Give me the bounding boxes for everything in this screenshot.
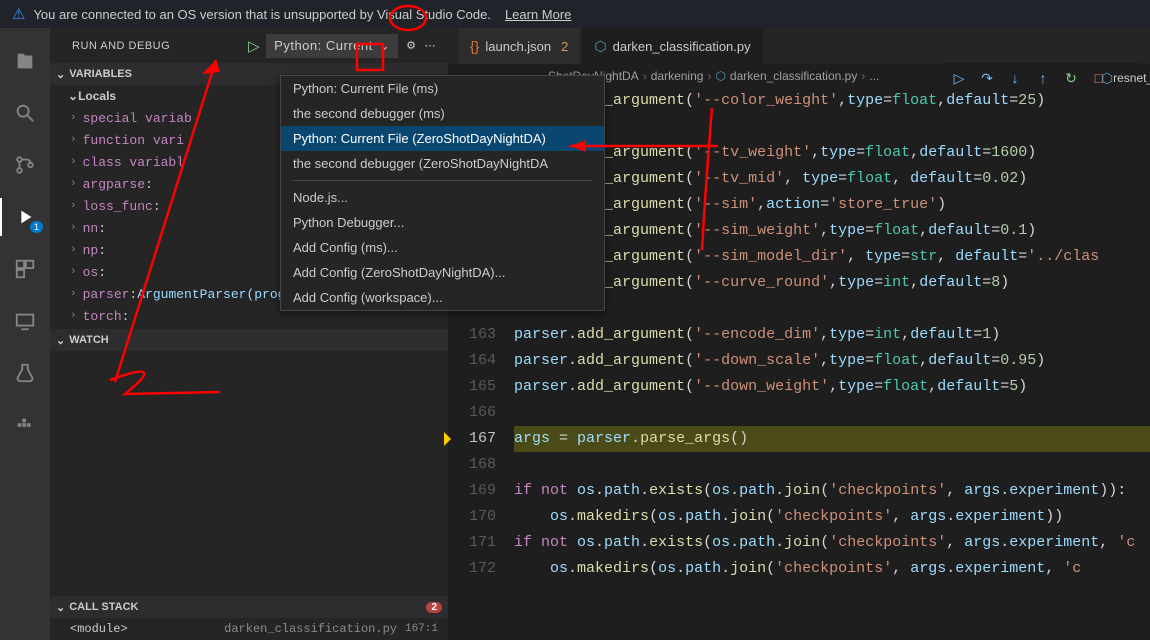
tab-resnet[interactable]: ⬡ resnet_ (1116, 67, 1138, 89)
code-content[interactable]: parser.add_argument('--color_weight',typ… (514, 88, 1150, 640)
testing-icon[interactable] (12, 360, 38, 386)
dropdown-item[interactable]: Python Debugger... (281, 210, 604, 235)
dropdown-item[interactable]: Python: Current File (ZeroShotDayNightDA… (281, 126, 604, 151)
step-out-button[interactable]: ↑ (1032, 67, 1054, 89)
dropdown-item[interactable]: the second debugger (ZeroShotDayNightDA (281, 151, 604, 176)
run-debug-icon[interactable]: 1 (12, 204, 38, 230)
warning-icon: ⚠ (12, 5, 25, 23)
remote-icon[interactable] (12, 308, 38, 334)
more-actions-icon[interactable]: ⋯ (425, 39, 437, 52)
continue-button[interactable]: ▷ (948, 67, 970, 89)
step-over-button[interactable]: ↷ (976, 67, 998, 89)
start-debugging-button[interactable]: ▷ (248, 37, 260, 55)
dropdown-item[interactable]: Add Config (ZeroShotDayNightDA)... (281, 260, 604, 285)
callstack-frame[interactable]: <module> darken_classification.py 167:1 (50, 618, 448, 640)
dropdown-item[interactable]: the second debugger (ms) (281, 101, 604, 126)
docker-icon[interactable] (12, 412, 38, 438)
learn-more-link[interactable]: Learn More (505, 7, 571, 22)
json-icon: {} (470, 38, 479, 54)
debug-badge: 1 (30, 221, 43, 233)
debug-toolbar: ▷ ↷ ↓ ↑ ↻ □ ⬡ resnet_ (944, 63, 1142, 93)
dropdown-item[interactable]: Python: Current File (ms) (281, 76, 604, 101)
callstack-badge: 2 (426, 602, 442, 613)
watch-section-header[interactable]: ⌄ WATCH (50, 329, 448, 351)
gear-icon[interactable]: ⚙ (406, 39, 416, 52)
banner-text: You are connected to an OS version that … (33, 7, 490, 22)
python-icon: ⬡ (594, 38, 606, 55)
debug-config-select[interactable]: Python: Current ⌄ (266, 34, 398, 58)
callstack-header[interactable]: ⌄ CALL STACK 2 (50, 596, 448, 618)
tab-launch-json[interactable]: {} launch.json 2 (458, 28, 580, 64)
tab-darken-py[interactable]: ⬡ darken_classification.py (582, 28, 762, 64)
activity-bar: 1 (0, 28, 50, 640)
dirty-indicator: 2 (561, 39, 568, 54)
explorer-icon[interactable] (12, 48, 38, 74)
unsupported-os-banner: ⚠ You are connected to an OS version tha… (0, 0, 1150, 28)
dropdown-item[interactable]: Add Config (workspace)... (281, 285, 604, 310)
restart-button[interactable]: ↻ (1060, 67, 1082, 89)
chevron-down-icon: ⌄ (56, 334, 65, 347)
dropdown-item[interactable]: Node.js... (281, 185, 604, 210)
chevron-down-icon: ⌄ (56, 601, 65, 614)
python-icon: ⬡ (715, 69, 725, 83)
config-selected-label: Python: Current (274, 38, 373, 53)
step-into-button[interactable]: ↓ (1004, 67, 1026, 89)
chevron-down-icon: ⌄ (379, 38, 390, 54)
debug-config-dropdown[interactable]: Python: Current File (ms)the second debu… (280, 75, 605, 311)
chevron-down-icon: ⌄ (68, 89, 78, 103)
editor-tabs: {} launch.json 2 ⬡ darken_classification… (448, 28, 1150, 64)
extensions-icon[interactable] (12, 256, 38, 282)
dropdown-item[interactable]: Add Config (ms)... (281, 235, 604, 260)
chevron-down-icon: ⌄ (56, 68, 65, 81)
search-icon[interactable] (12, 100, 38, 126)
sidebar-title: RUN AND DEBUG (72, 40, 170, 52)
source-control-icon[interactable] (12, 152, 38, 178)
